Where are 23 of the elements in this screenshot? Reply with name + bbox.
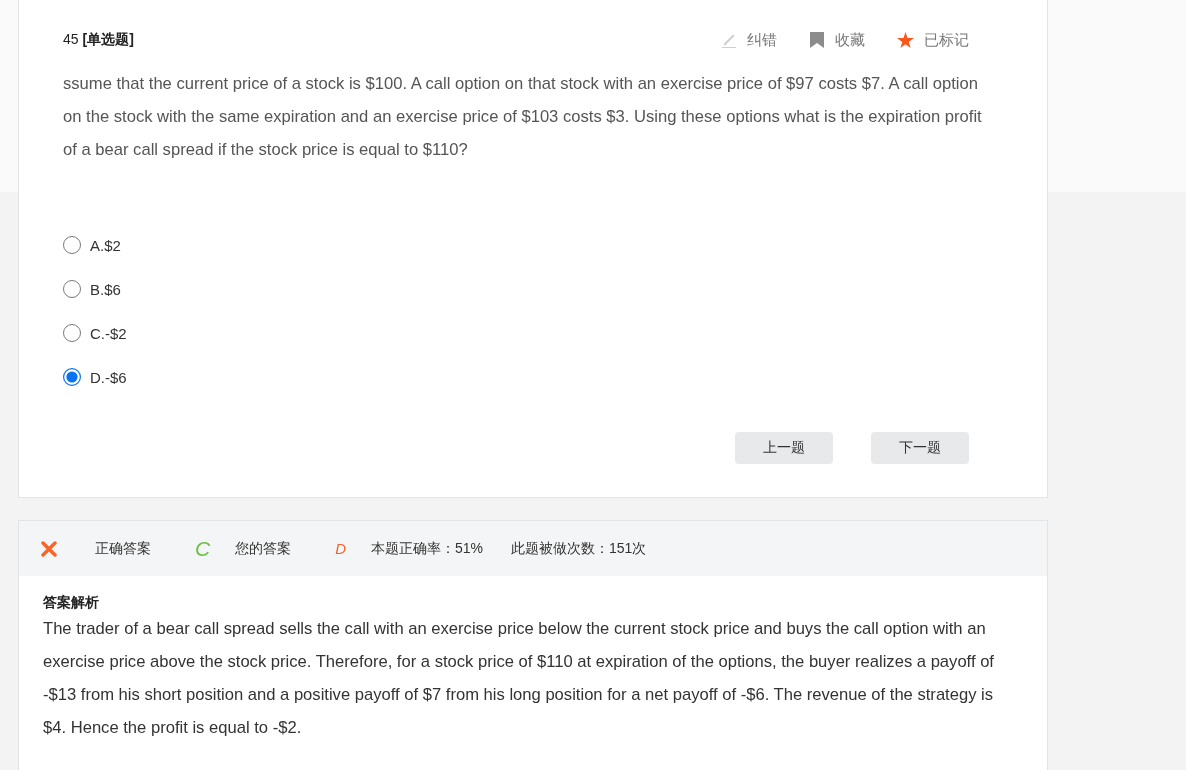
answer-option[interactable]: C.-$2 <box>63 311 127 355</box>
stat-text: 此题被做次数：151次 <box>511 539 647 558</box>
answer-option[interactable]: A.$2 <box>63 223 121 267</box>
mark-button[interactable]: 已标记 <box>897 30 969 50</box>
question-heading: 45 [单选题] <box>63 31 134 49</box>
radio-button[interactable] <box>63 236 81 254</box>
your-answer-label: 您的答案 <box>235 539 292 558</box>
radio-button[interactable] <box>63 280 81 298</box>
explanation-text: The trader of a bear call spread sells the call with an exercise price below the current stock price and buys the call option with an exercise price above the stock price. Therefore, for a stock price of $110 at expiration of the options, the buyer realizes a payoff of -$13 from his short position and a positive payoff of $7 from his long position for a net payoff of -$6. The revenue of the strategy is $4. Hence the profit is equal to -$2. <box>43 618 995 739</box>
explanation-title: 答案解析 <box>43 593 99 612</box>
report-error-button[interactable]: 纠错 <box>721 30 777 50</box>
next-question-button[interactable]: 下一题 <box>871 432 969 464</box>
correct-answer-value: C <box>195 536 211 561</box>
answer-option[interactable]: D.-$6 <box>63 355 127 399</box>
question-text: ssume that the current price of a stock is $100. A call option on that stock with an exercise price of $97 costs $7. A call option on the stock with the same expiration and an exercise price of $103 costs $3. Using these options what is the expiration profit of a bear call spread if the stock price is equal to $110? <box>63 73 983 161</box>
favorite-button[interactable]: 收藏 <box>809 30 865 50</box>
radio-button-checked[interactable] <box>63 368 81 386</box>
answer-option[interactable]: B.$6 <box>63 267 121 311</box>
radio-button[interactable] <box>63 324 81 342</box>
correct-answer-label: 正确答案 <box>95 539 151 558</box>
your-answer-value: D <box>335 540 346 557</box>
previous-question-button[interactable]: 上一题 <box>735 432 833 464</box>
stat-text: 本题正确率：51% <box>371 539 484 558</box>
